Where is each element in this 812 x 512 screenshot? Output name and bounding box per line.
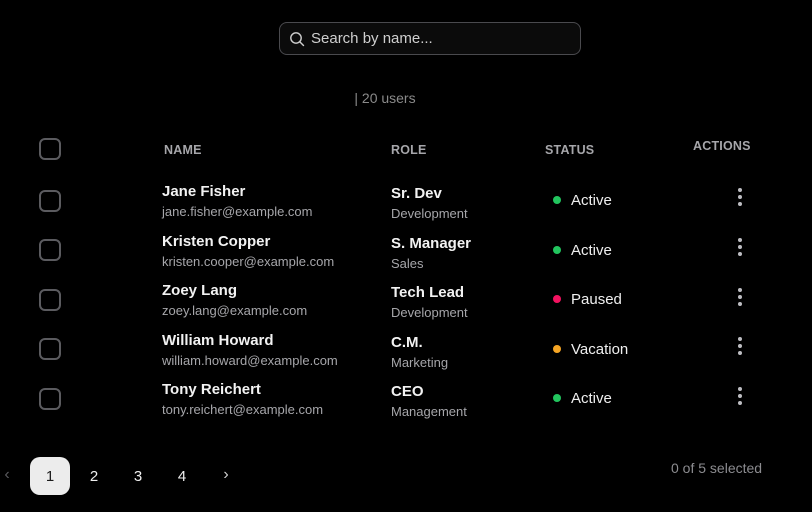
row-checkbox[interactable] bbox=[39, 289, 61, 311]
user-department: Management bbox=[391, 404, 467, 419]
user-role: C.M. bbox=[391, 334, 423, 351]
status-dot bbox=[553, 196, 561, 204]
user-role: Sr. Dev bbox=[391, 185, 442, 202]
row-checkbox[interactable] bbox=[39, 388, 61, 410]
status-label: Paused bbox=[571, 290, 622, 308]
user-role: Tech Lead bbox=[391, 284, 465, 301]
user-email: william.howard@example.com bbox=[162, 353, 338, 368]
user-email: jane.fisher@example.com bbox=[162, 204, 313, 219]
user-name: Kristen Copper bbox=[162, 233, 271, 250]
row-checkbox[interactable] bbox=[39, 190, 61, 212]
status-dot bbox=[553, 246, 561, 254]
page-button-1[interactable]: 1 bbox=[30, 457, 70, 495]
more-vertical-icon[interactable] bbox=[730, 236, 750, 258]
status-label: Vacation bbox=[571, 340, 629, 358]
row-checkbox[interactable] bbox=[39, 239, 61, 261]
status-badge: Vacation bbox=[553, 339, 628, 359]
user-name: Zoey Lang bbox=[162, 282, 238, 299]
status-badge: Active bbox=[553, 190, 612, 210]
status-badge: Active bbox=[553, 388, 612, 408]
user-name: William Howard bbox=[162, 332, 274, 349]
column-header-name[interactable]: NAME bbox=[164, 143, 202, 157]
user-department: Development bbox=[391, 305, 468, 320]
user-name: Tony Reichert bbox=[162, 381, 261, 398]
search-input[interactable] bbox=[311, 23, 571, 54]
more-vertical-icon[interactable] bbox=[730, 385, 750, 407]
column-header-actions: ACTIONS bbox=[693, 139, 751, 153]
page-button-2[interactable]: 2 bbox=[74, 457, 114, 495]
status-dot bbox=[553, 394, 561, 402]
column-header-status[interactable]: STATUS bbox=[545, 143, 594, 157]
status-badge: Active bbox=[553, 240, 612, 260]
status-label: Active bbox=[571, 241, 612, 259]
status-label: Active bbox=[571, 191, 612, 209]
status-label: Active bbox=[571, 389, 612, 407]
search-icon bbox=[290, 32, 305, 47]
user-role: CEO bbox=[391, 383, 424, 400]
search-box[interactable] bbox=[279, 22, 581, 55]
user-email: tony.reichert@example.com bbox=[162, 402, 324, 417]
row-checkbox[interactable] bbox=[39, 338, 61, 360]
selection-count: 0 of 5 selected bbox=[671, 460, 763, 476]
user-role: S. Manager bbox=[391, 235, 472, 252]
column-header-role[interactable]: ROLE bbox=[391, 143, 427, 157]
select-all-checkbox[interactable] bbox=[39, 138, 61, 160]
more-vertical-icon[interactable] bbox=[730, 335, 750, 357]
user-email: zoey.lang@example.com bbox=[162, 303, 308, 318]
more-vertical-icon[interactable] bbox=[730, 186, 750, 208]
user-count: | 20 users bbox=[354, 90, 416, 106]
page-button-3[interactable]: 3 bbox=[118, 457, 158, 495]
more-vertical-icon[interactable] bbox=[730, 286, 750, 308]
status-dot bbox=[553, 295, 561, 303]
user-name: Jane Fisher bbox=[162, 183, 246, 200]
user-email: kristen.cooper@example.com bbox=[162, 254, 335, 269]
user-department: Sales bbox=[391, 256, 424, 271]
status-badge: Paused bbox=[553, 289, 622, 309]
page-button-4[interactable]: 4 bbox=[162, 457, 202, 495]
user-department: Development bbox=[391, 206, 468, 221]
user-department: Marketing bbox=[391, 355, 449, 370]
status-dot bbox=[553, 345, 561, 353]
chevron-left-icon[interactable]: ‹ bbox=[0, 466, 14, 486]
chevron-right-icon[interactable]: › bbox=[214, 466, 238, 486]
